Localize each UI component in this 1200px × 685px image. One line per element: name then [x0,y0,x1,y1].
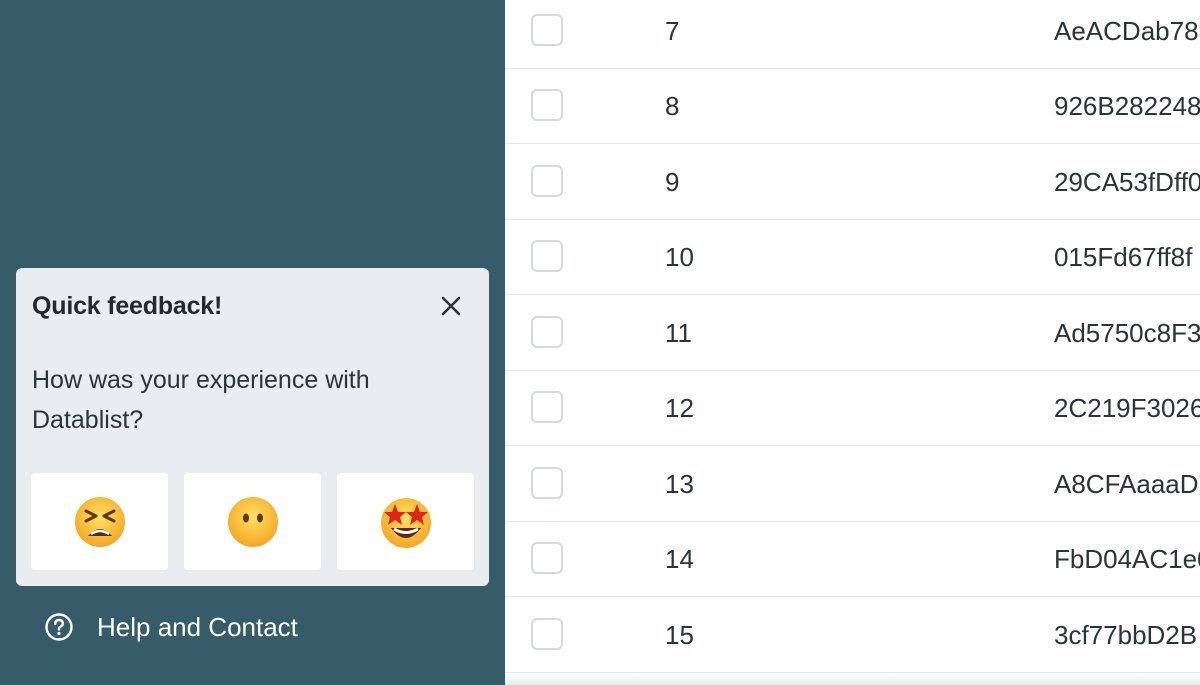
row-select-checkbox[interactable] [531,89,563,121]
row-select-checkbox[interactable] [531,391,563,423]
table-row[interactable]: 10 015Fd67ff8f [505,220,1200,295]
row-id-cell: Ad5750c8F3 [1054,318,1200,348]
row-id-cell: FbD04AC1e0 [1054,544,1200,574]
row-select-checkbox[interactable] [531,316,563,348]
sidebar: Quick feedback! How was your experience … [0,0,505,685]
row-number: 8 [665,91,680,121]
row-select-checkbox[interactable] [531,240,563,272]
app-window: Quick feedback! How was your experience … [0,0,1200,685]
rating-good-button[interactable] [337,473,474,570]
table-row[interactable]: 12 2C219F3026 [505,371,1200,446]
rating-options [31,473,474,570]
row-number: 12 [665,393,694,423]
row-id-cell: 015Fd67ff8f [1054,242,1193,272]
rating-bad-button[interactable] [31,473,168,570]
row-id-cell: 2C219F3026 [1054,393,1200,423]
table-row[interactable]: 7 AeACDab78 [505,0,1200,69]
tired-face-emoji-icon [74,496,125,547]
row-select-checkbox[interactable] [531,467,563,499]
row-number: 9 [665,167,680,197]
row-id-cell: 926B282248 [1054,91,1200,121]
row-id-cell: AeACDab78 [1054,16,1199,46]
feedback-card: Quick feedback! How was your experience … [16,268,489,586]
feedback-title: Quick feedback! [32,292,223,320]
row-number: 15 [665,620,694,650]
table-row[interactable]: 15 3cf77bbD2B [505,598,1200,673]
table-row[interactable]: 14 FbD04AC1e0 [505,522,1200,597]
help-and-contact-label: Help and Contact [97,611,298,642]
help-and-contact-link[interactable]: Help and Contact [44,610,298,644]
data-table: 15 3cf77bbD2B 14 FbD04AC1e0 13 A8CFAaaaD7 12 2C… [505,0,1200,685]
row-number: 7 [665,16,680,46]
table-row[interactable]: 13 A8CFAaaaD7 [505,447,1200,522]
question-circle-icon [45,613,73,641]
row-select-checkbox[interactable] [531,165,563,197]
row-id-cell: A8CFAaaaD7 [1054,469,1200,499]
row-select-checkbox[interactable] [531,618,563,650]
table-row[interactable]: 11 Ad5750c8F3 [505,296,1200,371]
row-number: 10 [665,242,694,272]
table-bottom-edge [505,673,1200,685]
star-struck-emoji-icon [380,497,431,548]
face-without-mouth-emoji-icon [227,496,278,547]
rating-neutral-button[interactable] [184,473,321,570]
row-id-cell: 29CA53fDff0 [1054,167,1200,197]
row-select-checkbox[interactable] [531,14,563,46]
row-number: 14 [665,544,694,574]
row-number: 11 [665,318,692,348]
close-feedback-button[interactable] [435,290,467,322]
row-select-checkbox[interactable] [531,542,563,574]
close-icon [441,296,461,316]
row-number: 13 [665,469,694,499]
row-id-cell: 3cf77bbD2B [1054,620,1198,650]
table-row[interactable]: 9 29CA53fDff0 [505,145,1200,220]
table-row[interactable]: 8 926B282248 [505,69,1200,144]
feedback-question: How was your experience with Datablist? [32,366,370,434]
